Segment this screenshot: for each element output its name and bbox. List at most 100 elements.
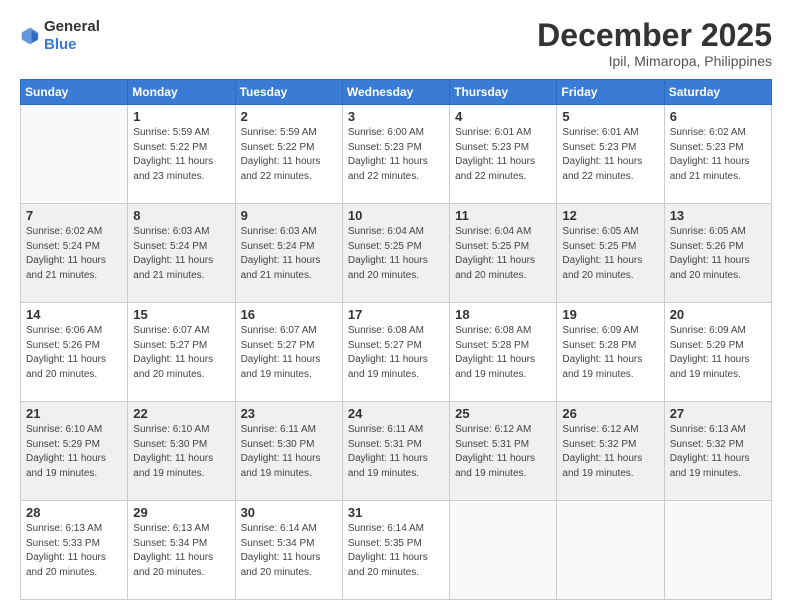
calendar-table: Sunday Monday Tuesday Wednesday Thursday… bbox=[20, 79, 772, 600]
table-row: 12 Sunrise: 6:05 AM Sunset: 5:25 PM Dayli… bbox=[557, 204, 664, 303]
day-number: 13 bbox=[670, 208, 766, 223]
day-number: 19 bbox=[562, 307, 658, 322]
table-row bbox=[450, 501, 557, 600]
table-row: 1Sunrise: 5:59 AM Sunset: 5:22 PM Daylig… bbox=[128, 105, 235, 204]
day-info: Sunrise: 6:07 AM Sunset: 5:27 PM Dayligh… bbox=[133, 324, 229, 382]
table-row: 6Sunrise: 6:02 AM Sunset: 5:23 PM Daylig… bbox=[664, 105, 771, 204]
table-row: 25 Sunrise: 6:12 AM Sunset: 5:31 PM Dayli… bbox=[450, 402, 557, 501]
table-row: 3 Sunrise: 6:00 AM Sunset: 5:23 PM Daylig… bbox=[342, 105, 449, 204]
day-info: Sunrise: 6:05 AM Sunset: 5:26 PM Dayligh… bbox=[670, 225, 766, 283]
day-info: Sunrise: 6:13 AM Sunset: 5:33 PM Dayligh… bbox=[26, 522, 122, 580]
table-row: 14Sunrise: 6:06 AM Sunset: 5:26 PM Dayli… bbox=[21, 303, 128, 402]
calendar-week-row: 1Sunrise: 5:59 AM Sunset: 5:22 PM Daylig… bbox=[21, 105, 772, 204]
col-sunday: Sunday bbox=[21, 80, 128, 105]
day-number: 12 bbox=[562, 208, 658, 223]
day-number: 15 bbox=[133, 307, 229, 322]
table-row: 28 Sunrise: 6:13 AM Sunset: 5:33 PM Dayli… bbox=[21, 501, 128, 600]
day-number: 21 bbox=[26, 406, 122, 421]
day-info: Sunrise: 6:13 AM Sunset: 5:34 PM Dayligh… bbox=[133, 522, 229, 580]
day-info: Sunrise: 6:06 AM Sunset: 5:26 PM Dayligh… bbox=[26, 324, 122, 382]
day-number: 7 bbox=[26, 208, 122, 223]
day-info: Sunrise: 6:03 AM Sunset: 5:24 PM Dayligh… bbox=[133, 225, 229, 283]
logo: General Blue bbox=[20, 18, 100, 54]
calendar-week-row: 7 Sunrise: 6:02 AM Sunset: 5:24 PM Daylig… bbox=[21, 204, 772, 303]
table-row bbox=[664, 501, 771, 600]
day-info: Sunrise: 5:59 AM Sunset: 5:22 PM Dayligh… bbox=[133, 126, 229, 184]
day-info: Sunrise: 6:12 AM Sunset: 5:31 PM Dayligh… bbox=[455, 423, 551, 481]
day-info: Sunrise: 6:03 AM Sunset: 5:24 PM Dayligh… bbox=[241, 225, 337, 283]
day-number: 9 bbox=[241, 208, 337, 223]
table-row: 13 Sunrise: 6:05 AM Sunset: 5:26 PM Dayli… bbox=[664, 204, 771, 303]
day-info: Sunrise: 6:08 AM Sunset: 5:27 PM Dayligh… bbox=[348, 324, 444, 382]
header: General Blue December 2025 Ipil, Mimarop… bbox=[20, 18, 772, 69]
day-info: Sunrise: 6:01 AM Sunset: 5:23 PM Dayligh… bbox=[562, 126, 658, 184]
day-info: Sunrise: 6:11 AM Sunset: 5:30 PM Dayligh… bbox=[241, 423, 337, 481]
day-number: 6 bbox=[670, 109, 766, 124]
day-number: 30 bbox=[241, 505, 337, 520]
col-saturday: Saturday bbox=[664, 80, 771, 105]
day-number: 29 bbox=[133, 505, 229, 520]
table-row: 5 Sunrise: 6:01 AM Sunset: 5:23 PM Daylig… bbox=[557, 105, 664, 204]
day-info: Sunrise: 6:04 AM Sunset: 5:25 PM Dayligh… bbox=[348, 225, 444, 283]
table-row: 26Sunrise: 6:12 AM Sunset: 5:32 PM Dayli… bbox=[557, 402, 664, 501]
day-number: 23 bbox=[241, 406, 337, 421]
day-info: Sunrise: 6:07 AM Sunset: 5:27 PM Dayligh… bbox=[241, 324, 337, 382]
day-info: Sunrise: 6:05 AM Sunset: 5:25 PM Dayligh… bbox=[562, 225, 658, 283]
day-info: Sunrise: 6:02 AM Sunset: 5:24 PM Dayligh… bbox=[26, 225, 122, 283]
day-info: Sunrise: 6:10 AM Sunset: 5:30 PM Dayligh… bbox=[133, 423, 229, 481]
table-row: 22Sunrise: 6:10 AM Sunset: 5:30 PM Dayli… bbox=[128, 402, 235, 501]
day-info: Sunrise: 6:11 AM Sunset: 5:31 PM Dayligh… bbox=[348, 423, 444, 481]
header-row: Sunday Monday Tuesday Wednesday Thursday… bbox=[21, 80, 772, 105]
col-tuesday: Tuesday bbox=[235, 80, 342, 105]
table-row: 9 Sunrise: 6:03 AM Sunset: 5:24 PM Daylig… bbox=[235, 204, 342, 303]
col-thursday: Thursday bbox=[450, 80, 557, 105]
day-info: Sunrise: 6:14 AM Sunset: 5:34 PM Dayligh… bbox=[241, 522, 337, 580]
day-info: Sunrise: 6:14 AM Sunset: 5:35 PM Dayligh… bbox=[348, 522, 444, 580]
table-row: 27 Sunrise: 6:13 AM Sunset: 5:32 PM Dayli… bbox=[664, 402, 771, 501]
day-number: 25 bbox=[455, 406, 551, 421]
day-info: Sunrise: 6:08 AM Sunset: 5:28 PM Dayligh… bbox=[455, 324, 551, 382]
table-row: 16 Sunrise: 6:07 AM Sunset: 5:27 PM Dayli… bbox=[235, 303, 342, 402]
day-info: Sunrise: 6:00 AM Sunset: 5:23 PM Dayligh… bbox=[348, 126, 444, 184]
day-number: 24 bbox=[348, 406, 444, 421]
day-info: Sunrise: 6:10 AM Sunset: 5:29 PM Dayligh… bbox=[26, 423, 122, 481]
calendar-location: Ipil, Mimaropa, Philippines bbox=[537, 53, 772, 69]
table-row: 11 Sunrise: 6:04 AM Sunset: 5:25 PM Dayli… bbox=[450, 204, 557, 303]
day-number: 4 bbox=[455, 109, 551, 124]
day-info: Sunrise: 5:59 AM Sunset: 5:22 PM Dayligh… bbox=[241, 126, 337, 184]
page: General Blue December 2025 Ipil, Mimarop… bbox=[0, 0, 792, 612]
day-number: 10 bbox=[348, 208, 444, 223]
day-info: Sunrise: 6:04 AM Sunset: 5:25 PM Dayligh… bbox=[455, 225, 551, 283]
table-row: 10 Sunrise: 6:04 AM Sunset: 5:25 PM Dayli… bbox=[342, 204, 449, 303]
day-number: 17 bbox=[348, 307, 444, 322]
day-number: 18 bbox=[455, 307, 551, 322]
table-row: 31 Sunrise: 6:14 AM Sunset: 5:35 PM Dayli… bbox=[342, 501, 449, 600]
day-number: 28 bbox=[26, 505, 122, 520]
day-info: Sunrise: 6:09 AM Sunset: 5:28 PM Dayligh… bbox=[562, 324, 658, 382]
day-number: 2 bbox=[241, 109, 337, 124]
day-info: Sunrise: 6:09 AM Sunset: 5:29 PM Dayligh… bbox=[670, 324, 766, 382]
table-row: 8Sunrise: 6:03 AM Sunset: 5:24 PM Daylig… bbox=[128, 204, 235, 303]
title-block: December 2025 Ipil, Mimaropa, Philippine… bbox=[537, 18, 772, 69]
col-friday: Friday bbox=[557, 80, 664, 105]
logo-general: General bbox=[44, 18, 100, 35]
table-row: 7 Sunrise: 6:02 AM Sunset: 5:24 PM Daylig… bbox=[21, 204, 128, 303]
day-number: 11 bbox=[455, 208, 551, 223]
logo-icon bbox=[20, 26, 40, 46]
table-row: 29 Sunrise: 6:13 AM Sunset: 5:34 PM Dayli… bbox=[128, 501, 235, 600]
table-row: 4 Sunrise: 6:01 AM Sunset: 5:23 PM Daylig… bbox=[450, 105, 557, 204]
table-row: 23 Sunrise: 6:11 AM Sunset: 5:30 PM Dayli… bbox=[235, 402, 342, 501]
day-info: Sunrise: 6:01 AM Sunset: 5:23 PM Dayligh… bbox=[455, 126, 551, 184]
table-row: 20Sunrise: 6:09 AM Sunset: 5:29 PM Dayli… bbox=[664, 303, 771, 402]
day-number: 31 bbox=[348, 505, 444, 520]
calendar-week-row: 14Sunrise: 6:06 AM Sunset: 5:26 PM Dayli… bbox=[21, 303, 772, 402]
day-info: Sunrise: 6:13 AM Sunset: 5:32 PM Dayligh… bbox=[670, 423, 766, 481]
day-number: 3 bbox=[348, 109, 444, 124]
day-info: Sunrise: 6:12 AM Sunset: 5:32 PM Dayligh… bbox=[562, 423, 658, 481]
table-row: 19 Sunrise: 6:09 AM Sunset: 5:28 PM Dayli… bbox=[557, 303, 664, 402]
day-number: 16 bbox=[241, 307, 337, 322]
table-row: 24 Sunrise: 6:11 AM Sunset: 5:31 PM Dayli… bbox=[342, 402, 449, 501]
day-number: 27 bbox=[670, 406, 766, 421]
day-number: 5 bbox=[562, 109, 658, 124]
table-row: 17 Sunrise: 6:08 AM Sunset: 5:27 PM Dayli… bbox=[342, 303, 449, 402]
